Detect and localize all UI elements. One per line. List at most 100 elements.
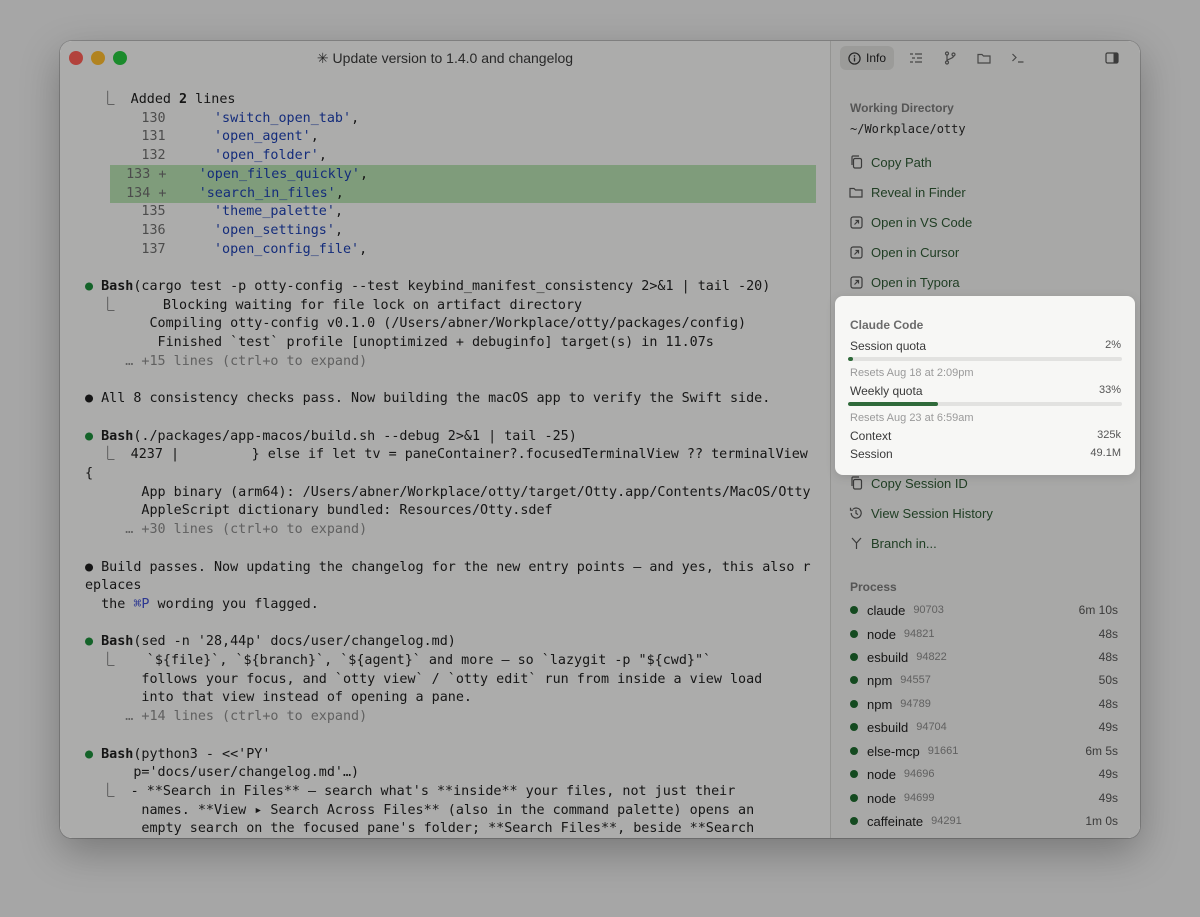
external-link-icon	[849, 215, 863, 229]
running-status-icon	[850, 817, 858, 825]
claude-code-popover: Claude Code Session quota 2% Resets Aug …	[835, 296, 1135, 475]
process-name: claude	[867, 602, 906, 618]
terminal-text: the	[85, 596, 134, 612]
message-bullet-icon: ●	[85, 391, 102, 407]
claude-code-title: Claude Code	[850, 318, 924, 332]
process-row[interactable]: node 94699 49s	[850, 788, 1118, 808]
process-pid: 94822	[916, 651, 947, 663]
process-row[interactable]: claude 90703 6m 10s	[850, 600, 1118, 620]
process-name: esbuild	[867, 719, 909, 735]
tool-status-dot-icon: ●	[85, 279, 102, 294]
action-label: Copy Session ID	[871, 475, 968, 491]
terminal-text: 'open_settings'	[214, 222, 335, 238]
tab-git[interactable]	[939, 46, 961, 70]
process-uptime: 49s	[1098, 720, 1118, 734]
terminal-text: (./packages/app-macos/build.sh --debug 2…	[133, 428, 577, 444]
terminal-line: 130 'switch_open_tab',	[85, 109, 359, 128]
terminal-text: into that view instead of opening a pane…	[85, 690, 472, 706]
terminal-text: … +15 lines (ctrl+o to expand)	[85, 353, 368, 369]
terminal-text: wording you flagged.	[149, 596, 319, 612]
title-bar: ✳ Update version to 1.4.0 and changelog	[60, 41, 830, 75]
terminal-text: All 8 consistency checks pass. Now build…	[101, 391, 771, 407]
folder-icon	[977, 52, 991, 64]
session-quota-resets: Resets Aug 18 at 2:09pm	[850, 367, 974, 379]
context-row: Context 325k	[850, 429, 1121, 443]
process-row[interactable]: caffeinate 94291 1m 0s	[850, 811, 1118, 831]
tab-files[interactable]	[973, 46, 995, 70]
terminal-line: Finished `test` profile [unoptimized + d…	[85, 333, 714, 352]
process-row[interactable]: esbuild 94704 49s	[850, 717, 1118, 737]
process-row[interactable]: else-mcp 91661 6m 5s	[850, 741, 1118, 761]
terminal-text: names. **View ▸ Search Across Files** (a…	[85, 802, 755, 818]
terminal-text: follows your focus, and `otty view` / `o…	[85, 671, 763, 687]
process-pid: 91661	[927, 745, 959, 757]
action-branch-in[interactable]: Branch in...	[849, 533, 937, 553]
tab-info[interactable]: Info	[840, 46, 895, 70]
sidebar-toggle-icon	[1105, 52, 1119, 64]
action-label: Branch in...	[871, 535, 937, 551]
message-line: ● All 8 consistency checks pass. Now bui…	[85, 389, 770, 408]
process-name: npm	[867, 672, 893, 688]
terminal-line: 135 'theme_palette',	[85, 202, 343, 221]
tab-info-label: Info	[866, 51, 887, 65]
terminal-text: Finished `test` profile [unoptimized + d…	[85, 335, 714, 351]
process-row[interactable]: esbuild 94822 48s	[850, 647, 1118, 667]
process-row[interactable]: node 94696 49s	[850, 764, 1118, 784]
process-row[interactable]: npm 94789 48s	[850, 694, 1118, 714]
terminal-text: lines	[187, 92, 236, 107]
process-name: node	[867, 790, 896, 806]
terminal-prompt-icon	[1011, 52, 1025, 64]
weekly-quota-label: Weekly quota	[850, 384, 923, 398]
terminal-line: ⎿ - **Search in Files** — search what's …	[85, 782, 735, 801]
terminal-text: ⎿ `${file}`, `${branch}`, `${agent}` and…	[85, 653, 712, 668]
terminal-output[interactable]: ⎿ Added 2 lines 130 'switch_open_tab', 1…	[60, 75, 830, 838]
process-row[interactable]: node 94821 48s	[850, 624, 1118, 644]
terminal-text: 'open_files_quickly'	[198, 166, 360, 182]
action-reveal-in-finder[interactable]: Reveal in Finder	[849, 182, 966, 202]
history-icon	[849, 506, 863, 520]
terminal-text: ⎿ 4237 | } else if let tv = paneContaine…	[85, 447, 808, 463]
process-uptime: 49s	[1098, 791, 1118, 805]
action-copy-session-id[interactable]: Copy Session ID	[849, 473, 968, 493]
external-link-icon	[849, 245, 863, 259]
terminal-text: p='docs/user/changelog.md'…)	[85, 765, 360, 781]
terminal-line: {	[85, 464, 93, 483]
terminal-text: eplaces	[85, 578, 142, 594]
weekly-quota-resets: Resets Aug 23 at 6:59am	[850, 412, 974, 424]
action-open-in-typora[interactable]: Open in Typora	[849, 272, 960, 292]
session-row: Session 49.1M	[850, 447, 1121, 461]
running-status-icon	[850, 747, 858, 755]
session-quota-bar	[848, 357, 1122, 361]
terminal-text: ,	[335, 185, 344, 201]
terminal-line: 132 'open_folder',	[85, 146, 326, 165]
tab-terminal[interactable]	[1007, 46, 1029, 70]
terminal-line: names. **View ▸ Search Across Files** (a…	[85, 801, 754, 820]
terminal-text: 'open_config_file'	[214, 241, 360, 257]
working-directory-heading: Working Directory	[850, 101, 954, 115]
tab-outline[interactable]	[905, 46, 927, 70]
context-label: Context	[850, 429, 892, 443]
session-label: Session	[850, 447, 893, 461]
process-name: npm	[867, 696, 893, 712]
terminal-text: 135	[85, 204, 214, 220]
action-copy-path[interactable]: Copy Path	[849, 152, 932, 172]
process-uptime: 1m 0s	[1085, 814, 1118, 828]
terminal-text: (cargo test -p otty-config --test keybin…	[133, 279, 771, 294]
action-open-in-vs-code[interactable]: Open in VS Code	[849, 212, 972, 232]
terminal-text: ,	[359, 241, 368, 257]
toggle-sidebar-button[interactable]	[1101, 46, 1123, 70]
terminal-text: Compiling otty-config v0.1.0 (/Users/abn…	[85, 316, 747, 332]
action-view-session-history[interactable]: View Session History	[849, 503, 993, 523]
copy-icon	[849, 155, 863, 169]
message-line: ● Bash(python3 - <<'PY'	[85, 745, 270, 764]
terminal-text: ,	[359, 166, 368, 182]
branch-icon	[849, 536, 863, 550]
terminal-text: Build passes. Now updating the changelog…	[101, 559, 811, 575]
process-row[interactable]: npm 94557 50s	[850, 670, 1118, 690]
terminal-line: … +15 lines (ctrl+o to expand)	[85, 352, 367, 371]
working-directory-path: ~/Workplace/otty	[850, 122, 966, 136]
terminal-text: 'theme_palette'	[214, 204, 335, 220]
weekly-quota-bar	[848, 402, 1122, 406]
window-title: ✳ Update version to 1.4.0 and changelog	[316, 50, 574, 66]
action-open-in-cursor[interactable]: Open in Cursor	[849, 242, 959, 262]
